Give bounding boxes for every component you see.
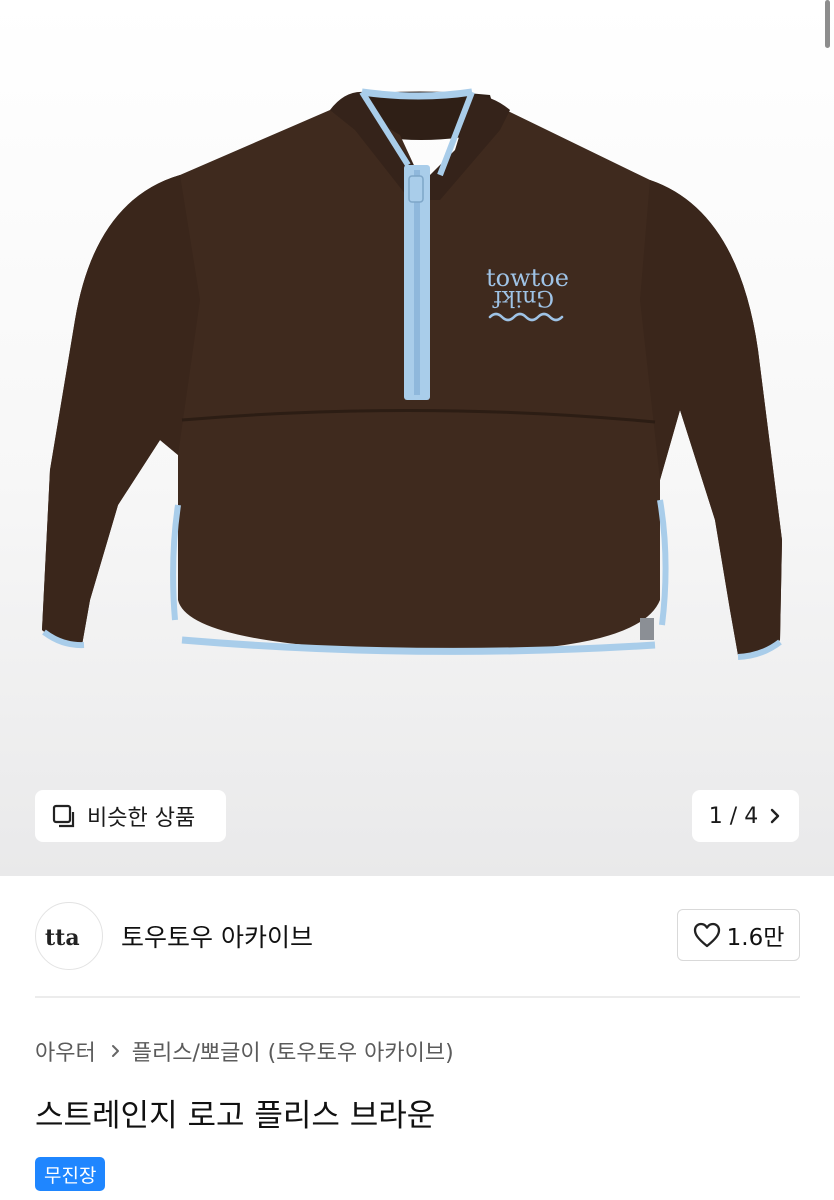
shipping-badge: 무진장 xyxy=(35,1157,106,1191)
like-count: 1.6만 xyxy=(726,925,785,951)
shop-avatar[interactable]: tta xyxy=(35,902,103,970)
product-title: 스트레인지 로고 플리스 브라운 xyxy=(35,1098,436,1134)
like-button[interactable]: 1.6만 xyxy=(677,909,800,961)
section-divider xyxy=(35,996,800,998)
svg-text:tta: tta xyxy=(45,925,80,951)
breadcrumb: 아우터 플리스/뽀글이 (토우토우 아카이브) xyxy=(35,1035,454,1067)
page-indicator-text: 1 / 4 xyxy=(708,803,759,829)
image-page-indicator[interactable]: 1 / 4 xyxy=(692,790,799,842)
breadcrumb-item-fleece[interactable]: 플리스/뽀글이 (토우토우 아카이브) xyxy=(132,1035,454,1067)
similar-products-label: 비슷한 상품 xyxy=(87,806,196,831)
similar-items-icon xyxy=(52,804,75,828)
product-image-gallery[interactable]: towtoe Gnikf 비슷한 상품 1 / 4 xyxy=(0,0,834,876)
breadcrumb-item-outer[interactable]: 아우터 xyxy=(35,1035,96,1067)
similar-products-button[interactable]: 비슷한 상품 xyxy=(35,790,226,842)
product-photo: towtoe Gnikf xyxy=(42,88,782,660)
chevron-right-icon xyxy=(111,1045,119,1057)
shop-logo: tta xyxy=(45,925,80,951)
heart-icon xyxy=(693,922,720,948)
svg-text:Gnikf: Gnikf xyxy=(492,285,554,310)
shop-info-row: tta 토우토우 아카이브 1.6만 xyxy=(35,901,800,971)
chevron-right-icon xyxy=(771,808,780,824)
shop-name[interactable]: 토우토우 아카이브 xyxy=(121,918,313,954)
